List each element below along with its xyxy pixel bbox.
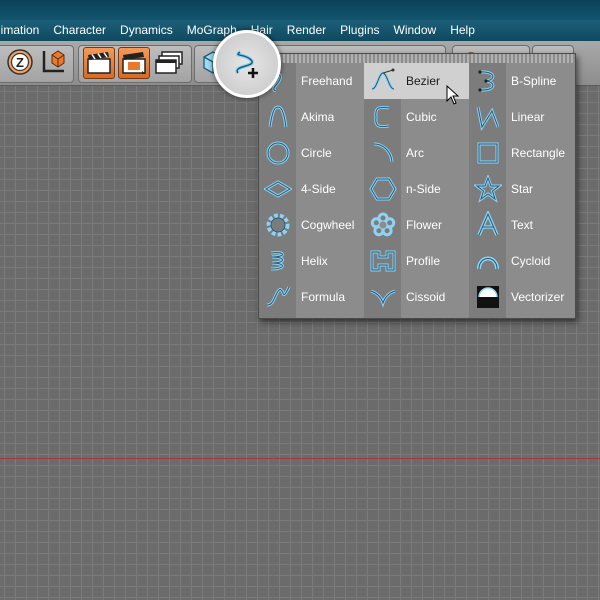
arc-icon [364, 135, 401, 171]
render-settings-icon [155, 51, 183, 74]
menu-column-3: B-Spline Linear Rectangle Star Text Cycl… [469, 63, 574, 318]
menu-character[interactable]: Character [46, 20, 113, 41]
menu-dynamics[interactable]: Dynamics [113, 20, 180, 41]
mouse-cursor-icon [446, 85, 460, 105]
menu-item-flower[interactable]: Flower [364, 207, 469, 243]
bezier-icon [364, 63, 401, 99]
svg-text:Z: Z [16, 55, 24, 70]
menu-render[interactable]: Render [280, 20, 333, 41]
cubic-icon [364, 99, 401, 135]
menu-item-n-side[interactable]: n-Side [364, 171, 469, 207]
menu-plugins[interactable]: Plugins [333, 20, 386, 41]
flower-icon [364, 207, 401, 243]
window-title-bar [0, 0, 600, 20]
menu-item-b-spline[interactable]: B-Spline [469, 63, 574, 99]
menu-animation[interactable]: nimation [0, 20, 46, 41]
helix-icon [259, 243, 296, 279]
menu-item-cissoid[interactable]: Cissoid [364, 279, 469, 315]
spline-dropdown-menu: Freehand Akima Circle 4-Side Cogwheel He… [258, 53, 576, 319]
menu-item-akima[interactable]: Akima [259, 99, 364, 135]
z-axis-lock-button[interactable]: Z [5, 47, 35, 77]
menu-item-arc[interactable]: Arc [364, 135, 469, 171]
menu-item-rectangle[interactable]: Rectangle [469, 135, 574, 171]
menu-bar: nimation Character Dynamics MoGraph Hair… [0, 20, 600, 41]
text-icon [469, 207, 506, 243]
cycloid-icon [469, 243, 506, 279]
menu-item-linear[interactable]: Linear [469, 99, 574, 135]
menu-item-cogwheel[interactable]: Cogwheel [259, 207, 364, 243]
menu-item-text[interactable]: Text [469, 207, 574, 243]
four-side-icon [259, 171, 296, 207]
coordinate-system-button[interactable] [38, 47, 68, 77]
coordinate-system-icon [42, 50, 65, 73]
menu-window[interactable]: Window [387, 20, 444, 41]
spline-tool-button[interactable] [213, 30, 281, 98]
menu-column-1: Freehand Akima Circle 4-Side Cogwheel He… [259, 63, 364, 318]
menu-item-formula[interactable]: Formula [259, 279, 364, 315]
rectangle-icon [469, 135, 506, 171]
b-spline-icon [469, 63, 506, 99]
render-view-button[interactable] [83, 47, 115, 79]
z-axis-lock-icon: Z [7, 49, 33, 75]
render-view-icon [87, 52, 111, 74]
profile-icon [364, 243, 401, 279]
menu-item-star[interactable]: Star [469, 171, 574, 207]
spline-tool-icon [235, 50, 258, 78]
render-settings-button[interactable] [154, 47, 184, 77]
render-picture-icon [122, 52, 146, 74]
cissoid-icon [364, 279, 401, 315]
menu-item-profile[interactable]: Profile [364, 243, 469, 279]
menu-item-cycloid[interactable]: Cycloid [469, 243, 574, 279]
menu-item-circle[interactable]: Circle [259, 135, 364, 171]
cogwheel-icon [259, 207, 296, 243]
akima-icon [259, 99, 296, 135]
star-icon [469, 171, 506, 207]
circle-icon [259, 135, 296, 171]
vectorizer-icon [469, 279, 506, 315]
render-picture-button[interactable] [118, 47, 150, 79]
menu-item-4-side[interactable]: 4-Side [259, 171, 364, 207]
formula-icon [259, 279, 296, 315]
x-axis-line [0, 458, 600, 459]
n-side-icon [364, 171, 401, 207]
menu-help[interactable]: Help [443, 20, 482, 41]
linear-icon [469, 99, 506, 135]
menu-item-helix[interactable]: Helix [259, 243, 364, 279]
menu-item-vectorizer[interactable]: Vectorizer [469, 279, 574, 315]
menu-drag-handle[interactable] [259, 54, 575, 63]
